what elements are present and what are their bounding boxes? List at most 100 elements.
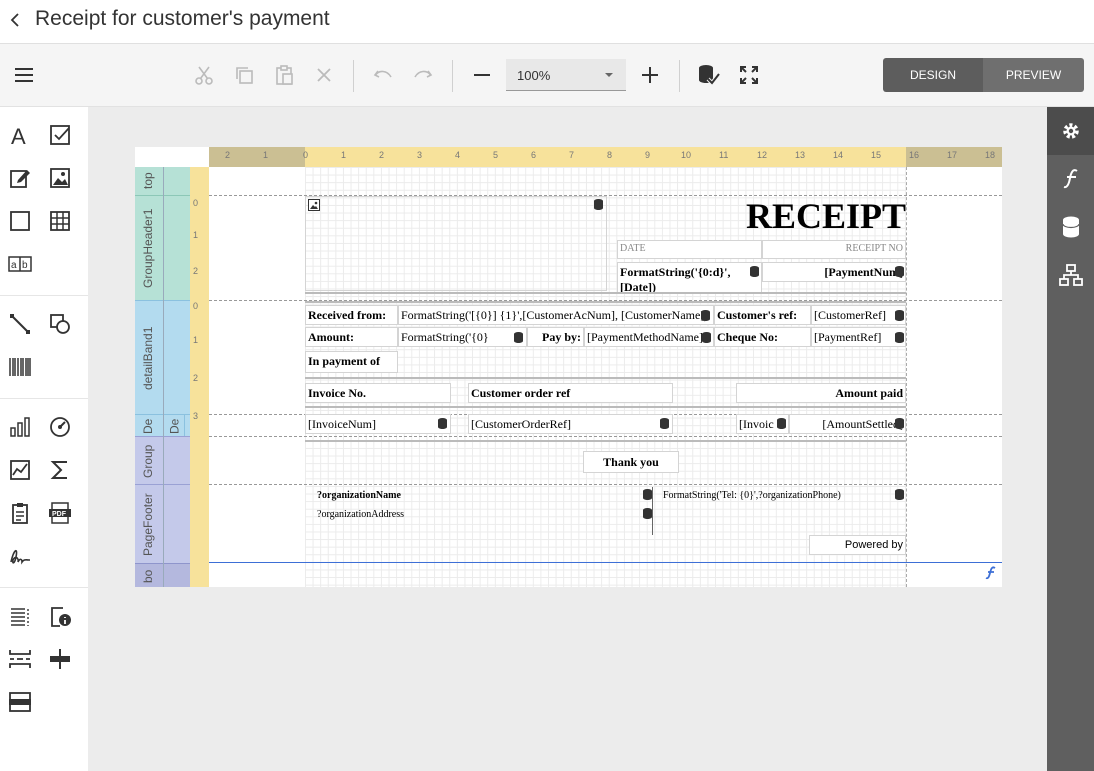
zoom-out-icon[interactable] — [469, 62, 495, 88]
picture-tool-icon[interactable] — [47, 165, 73, 191]
delete-icon[interactable] — [311, 62, 337, 88]
pay-by-label[interactable]: Pay by: — [527, 327, 584, 347]
line-tool-icon[interactable] — [7, 311, 33, 337]
separator-line[interactable] — [305, 301, 906, 303]
ruler-number: 0 — [193, 198, 199, 208]
received-from-label[interactable]: Received from: — [305, 305, 398, 325]
database-icon — [514, 332, 523, 343]
separator-line[interactable] — [305, 440, 906, 442]
customer-ref-field[interactable]: [CustomerRef] — [811, 305, 906, 325]
sparkline-tool-icon[interactable] — [7, 457, 33, 483]
band-expression-icon[interactable] — [985, 566, 997, 580]
amount-paid-header[interactable]: Amount paid — [736, 383, 906, 403]
ruler-number: 7 — [569, 150, 575, 160]
page-info-tool-icon[interactable] — [7, 500, 33, 526]
organization-address-field[interactable]: ?organizationAddress — [315, 506, 655, 522]
ruler-number: 3 — [417, 150, 423, 160]
footer-divider-line[interactable] — [652, 487, 653, 535]
cheque-no-label[interactable]: Cheque No: — [714, 327, 811, 347]
preview-button[interactable]: PREVIEW — [983, 58, 1084, 92]
band-label: PageFooter — [141, 493, 155, 556]
pdf-content-tool-icon[interactable]: PDF — [47, 500, 73, 526]
label-tool-icon[interactable]: A — [7, 122, 33, 148]
checkbox-tool-icon[interactable] — [47, 122, 73, 148]
band-boundary — [209, 436, 1002, 437]
date-expression[interactable]: FormatString('{0:d}', [Date]) — [617, 262, 762, 294]
organization-phone-field[interactable]: FormatString('Tel: {0}',?organizationPho… — [661, 487, 906, 503]
customer-order-ref-header[interactable]: Customer order ref — [468, 383, 673, 403]
expressions-tab[interactable] — [1047, 155, 1094, 203]
zoom-select[interactable]: 100% — [506, 59, 626, 91]
report-surface: top GroupHeader1 detailBand1 De De Group… — [135, 147, 1002, 587]
amount-expression[interactable]: FormatString('{0} — [398, 327, 527, 347]
chart-tool-icon[interactable] — [7, 414, 33, 440]
properties-tab[interactable] — [1047, 107, 1094, 155]
ruler-number: 12 — [757, 150, 768, 160]
hamburger-menu-icon[interactable] — [11, 62, 37, 88]
organization-name-field[interactable]: ?organizationName — [315, 487, 655, 503]
separator-line[interactable] — [305, 292, 906, 294]
receipt-no-caption[interactable]: RECEIPT NO — [762, 240, 906, 259]
signature-tool-icon[interactable] — [7, 543, 33, 569]
cut-icon[interactable] — [191, 62, 217, 88]
fullscreen-icon[interactable] — [736, 62, 762, 88]
design-button[interactable]: DESIGN — [883, 58, 983, 92]
date-caption[interactable]: DATE — [617, 240, 762, 259]
design-canvas: top GroupHeader1 detailBand1 De De Group… — [88, 107, 1047, 771]
paste-icon[interactable] — [271, 62, 297, 88]
report-explorer-tab[interactable] — [1047, 251, 1094, 299]
powered-by-label[interactable]: Powered by — [809, 535, 906, 555]
receipt-title[interactable]: RECEIPT — [617, 196, 906, 238]
database-icon — [660, 418, 669, 429]
amount-settled-field[interactable]: [AmountSettled] — [789, 414, 906, 434]
separator-line[interactable] — [305, 377, 906, 379]
zoom-in-icon[interactable] — [637, 62, 663, 88]
logo-picture-box[interactable] — [305, 196, 607, 291]
table-of-contents-tool-icon[interactable] — [7, 603, 33, 629]
ruler-number: 2 — [225, 150, 231, 160]
cheque-no-field[interactable]: [PaymentRef] — [811, 327, 906, 347]
barcode-tool-icon[interactable] — [7, 354, 33, 380]
page-bottom-line — [209, 562, 1002, 563]
table-tool-icon[interactable] — [47, 208, 73, 234]
invoice-num-field[interactable]: [InvoiceNum] — [305, 414, 451, 434]
customer-ref-text: [CustomerRef] — [814, 308, 886, 322]
amount-label[interactable]: Amount: — [305, 327, 398, 347]
database-icon — [895, 489, 904, 500]
database-icon — [750, 266, 759, 277]
database-icon — [643, 508, 652, 519]
toolbox: A ab PDF — [0, 107, 88, 771]
ruler-number: 2 — [379, 150, 385, 160]
customer-order-ref-field[interactable]: [CustomerOrderRef] — [468, 414, 673, 434]
cross-band-line-tool-icon[interactable] — [47, 646, 73, 672]
copy-icon[interactable] — [231, 62, 257, 88]
separator-line[interactable] — [305, 406, 906, 408]
invoice-num-text: [InvoiceNum] — [308, 417, 376, 431]
validate-bindings-icon[interactable] — [696, 62, 722, 88]
customer-ref-label[interactable]: Customer's ref: — [714, 305, 811, 325]
in-payment-of-label[interactable]: In payment of — [305, 351, 398, 373]
gauge-tool-icon[interactable] — [47, 414, 73, 440]
undo-icon[interactable] — [370, 62, 396, 88]
richtext-tool-icon[interactable] — [7, 165, 33, 191]
page-break-tool-icon[interactable] — [7, 646, 33, 672]
field-list-tab[interactable] — [1047, 203, 1094, 251]
invoice-amount-field[interactable]: [Invoic — [736, 414, 789, 434]
payment-num-field[interactable]: [PaymentNum] — [762, 262, 906, 282]
panel-tool-icon[interactable] — [7, 208, 33, 234]
report-design-area[interactable]: RECEIPT DATE RECEIPT NO FormatString('{0… — [209, 167, 1002, 587]
dropdown-arrow-icon — [605, 73, 613, 77]
received-from-expression[interactable]: FormatString('[{0}] {1}',[CustomerAcNum]… — [398, 305, 714, 325]
pay-by-field[interactable]: [PaymentMethodName] — [584, 327, 714, 347]
summary-tool-icon[interactable] — [47, 457, 73, 483]
redo-icon[interactable] — [410, 62, 436, 88]
database-icon — [702, 332, 711, 343]
subreport-tool-icon[interactable] — [47, 603, 73, 629]
character-comb-tool-icon[interactable]: ab — [7, 251, 33, 277]
band-label: detailBand1 — [141, 326, 155, 390]
invoice-no-header[interactable]: Invoice No. — [305, 383, 451, 403]
shape-tool-icon[interactable] — [47, 311, 73, 337]
cross-band-box-tool-icon[interactable] — [7, 689, 33, 715]
thank-you-label[interactable]: Thank you — [583, 451, 679, 473]
back-arrow-icon[interactable] — [6, 8, 26, 32]
